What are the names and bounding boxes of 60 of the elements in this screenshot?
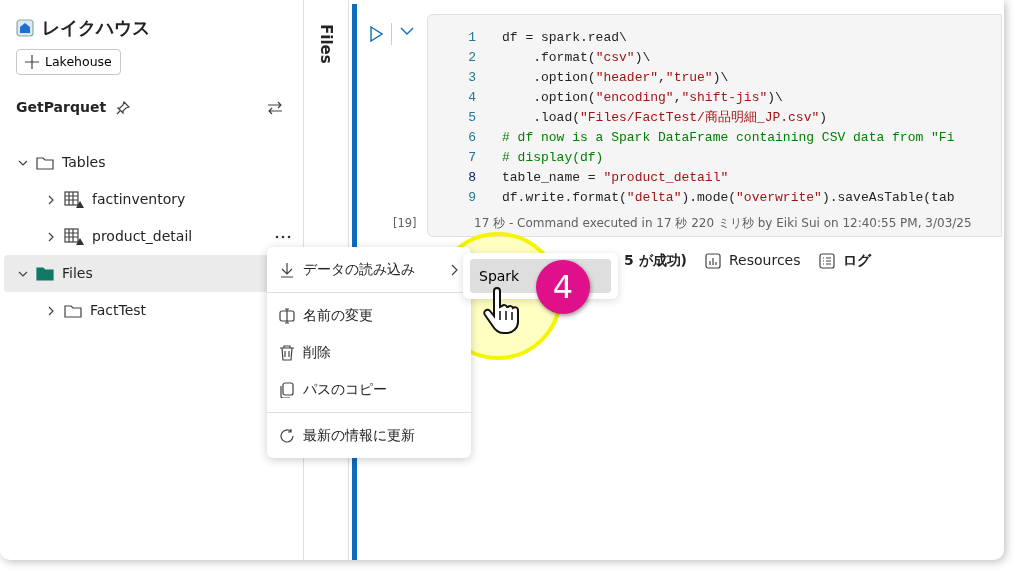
tree-item[interactable]: Tables bbox=[4, 144, 299, 181]
line-number: 3 bbox=[467, 69, 477, 87]
code-line: .option("header","true")\ bbox=[532, 69, 729, 87]
app-title: レイクハウス bbox=[42, 16, 150, 40]
more-icon[interactable] bbox=[275, 234, 291, 239]
plus-icon bbox=[25, 55, 39, 69]
tree-label: product_detail bbox=[92, 227, 193, 246]
tree-label: Tables bbox=[62, 153, 106, 172]
refresh-icon bbox=[279, 427, 295, 444]
load-icon bbox=[279, 261, 295, 278]
menu-item[interactable]: パスのコピー bbox=[267, 371, 471, 408]
copy-icon bbox=[279, 381, 295, 398]
code-line: df = spark.read\ bbox=[502, 29, 627, 47]
chevron-icon[interactable] bbox=[400, 26, 414, 36]
rename-icon bbox=[279, 307, 295, 324]
tree-label: Files bbox=[62, 264, 93, 283]
line-number: 5 bbox=[467, 109, 477, 127]
lakehouse-icon bbox=[16, 18, 34, 37]
line-number: 7 bbox=[467, 149, 477, 167]
table-icon bbox=[64, 190, 84, 209]
line-number: 8 bbox=[467, 169, 477, 187]
run-icon[interactable] bbox=[369, 26, 383, 42]
line-number: 6 bbox=[467, 129, 477, 147]
jobs-status: 5 が成功) bbox=[624, 251, 687, 270]
menu-item[interactable]: 最新の情報に更新 bbox=[267, 417, 471, 454]
line-number: 4 bbox=[467, 89, 477, 107]
chevron-icon bbox=[46, 194, 56, 205]
swap-icon[interactable] bbox=[267, 100, 283, 115]
folder-icon bbox=[64, 302, 82, 319]
code-line: df.write.format("delta").mode("overwrite").saveAsTable(tab bbox=[502, 189, 955, 207]
tree-item[interactable]: factinventory bbox=[32, 181, 299, 218]
log-icon[interactable] bbox=[818, 252, 835, 269]
line-number: 1 bbox=[467, 29, 477, 47]
delete-icon bbox=[279, 344, 295, 361]
code-line: # display(df) bbox=[502, 149, 604, 167]
resources-icon[interactable] bbox=[705, 252, 721, 269]
code-line: table_name = "product_detail" bbox=[502, 169, 729, 187]
folder-icon bbox=[36, 265, 54, 282]
code-line: .option("encoding","shift-jis")\ bbox=[532, 89, 783, 107]
chevron-icon bbox=[451, 263, 459, 276]
chevron-icon bbox=[46, 231, 56, 242]
execution-count: [19] bbox=[393, 215, 417, 232]
tree-label: factinventory bbox=[92, 190, 186, 209]
log-link[interactable]: ログ bbox=[842, 250, 871, 271]
lakehouse-name: GetParquet bbox=[16, 98, 107, 117]
code-line: .format("csv")\ bbox=[532, 49, 651, 67]
code-line: # df now is a Spark DataFrame containing CSV data from "Fi bbox=[502, 129, 955, 147]
resources-link[interactable]: Resources bbox=[729, 250, 801, 271]
status-text: 17 秒 - Command executed in 17 秒 220 ミリ秒 by Eiki Sui on 12:40:55 PM, 3/03/25 bbox=[474, 215, 972, 232]
chevron-icon bbox=[46, 305, 56, 316]
pin-icon bbox=[116, 100, 131, 115]
add-lakehouse-button[interactable]: Lakehouse bbox=[16, 49, 121, 75]
files-tab[interactable]: Files bbox=[314, 24, 338, 62]
line-number: 2 bbox=[467, 49, 477, 67]
tree-label: FactTest bbox=[90, 301, 147, 320]
code-line: .load("Files/FactTest/商品明細_JP.csv") bbox=[532, 109, 828, 127]
line-number: 9 bbox=[467, 189, 477, 207]
table-icon bbox=[64, 227, 84, 246]
menu-item[interactable]: 削除 bbox=[267, 334, 471, 371]
folder-icon bbox=[36, 154, 54, 171]
